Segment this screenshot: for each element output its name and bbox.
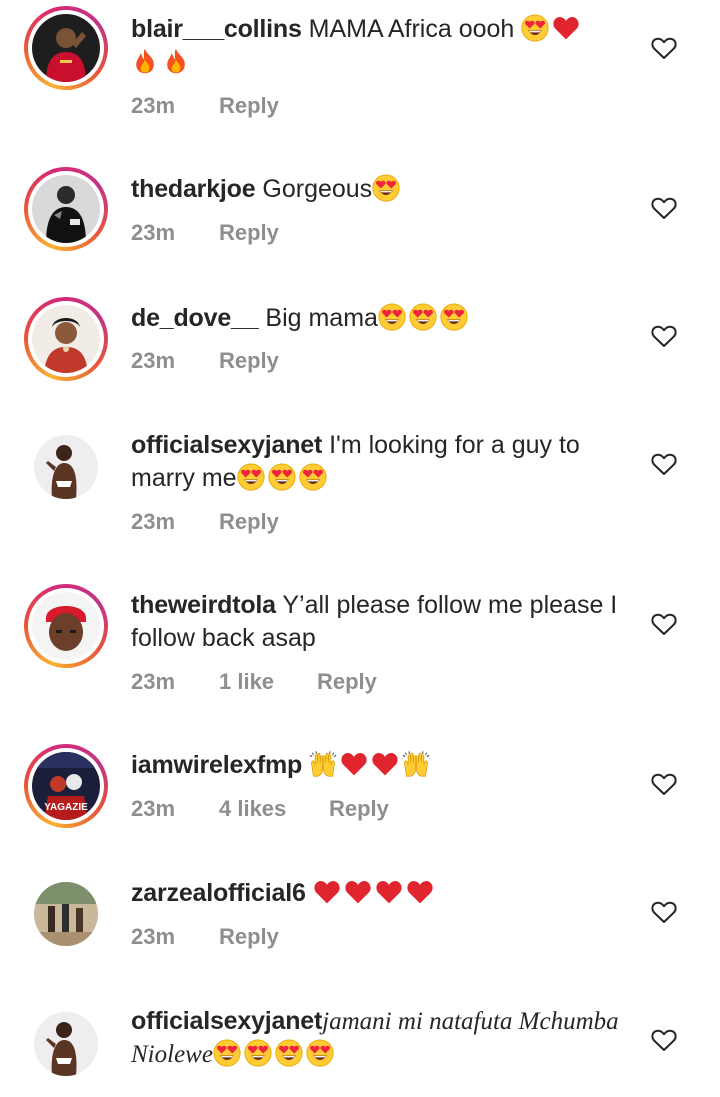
raising-hands-icon	[402, 750, 430, 778]
comment-time: 23m	[131, 93, 176, 118]
story-ring[interactable]	[24, 584, 108, 668]
heart-eyes-icon	[306, 1039, 334, 1067]
avatar[interactable]	[34, 1012, 98, 1076]
comment-username[interactable]: thedarkjoe	[131, 175, 256, 203]
comment-meta: 23m Reply	[131, 93, 279, 119]
heart-eyes-icon	[237, 463, 265, 491]
avatar[interactable]	[32, 14, 100, 82]
reply-button[interactable]: Reply	[329, 796, 389, 822]
heart-eyes-icon	[275, 1039, 303, 1067]
comment-meta: 23m 4 likes Reply	[131, 796, 389, 822]
heart-eyes-icon	[521, 14, 549, 42]
red-heart-icon	[552, 14, 580, 42]
comment-body: officialsexyjanetjamani mi natafuta Mchu…	[131, 1005, 631, 1071]
comment-username[interactable]: theweirdtola	[131, 591, 276, 619]
comment-time: 23m	[131, 796, 176, 821]
comment-time: 23m	[131, 348, 176, 373]
reply-button[interactable]: Reply	[219, 348, 279, 374]
avatar[interactable]: YAGAZIE	[32, 752, 100, 820]
heart-eyes-icon	[409, 303, 437, 331]
avatar[interactable]	[34, 435, 98, 499]
comment-meta: 23m Reply	[131, 348, 279, 374]
heart-eyes-icon	[213, 1039, 241, 1067]
heart-eyes-icon	[378, 303, 406, 331]
like-heart-icon[interactable]	[651, 1028, 677, 1052]
heart-eyes-icon	[299, 463, 327, 491]
comment-meta: 23m Reply	[131, 924, 279, 950]
comment-username[interactable]: de_dove__	[131, 304, 259, 332]
red-heart-icon	[340, 750, 368, 778]
fire-icon	[131, 47, 159, 75]
reply-button[interactable]: Reply	[317, 669, 377, 695]
avatar[interactable]	[32, 175, 100, 243]
reply-button[interactable]: Reply	[219, 220, 279, 246]
comment-text: Gorgeous	[262, 175, 373, 203]
avatar-frame[interactable]	[24, 872, 108, 956]
avatar-frame[interactable]	[24, 1002, 108, 1086]
comment-body: officialsexyjanet I'm looking for a guy …	[131, 429, 631, 495]
comment-body: de_dove__ Big mama	[131, 302, 631, 335]
avatar[interactable]	[34, 882, 98, 946]
heart-eyes-icon	[372, 174, 400, 202]
like-heart-icon[interactable]	[651, 36, 677, 60]
like-heart-icon[interactable]	[651, 324, 677, 348]
comment-body: zarzealofficial6	[131, 877, 631, 910]
fire-icon	[162, 47, 190, 75]
like-heart-icon[interactable]	[651, 900, 677, 924]
avatar-frame[interactable]	[24, 425, 108, 509]
like-heart-icon[interactable]	[651, 612, 677, 636]
avatar[interactable]	[32, 592, 100, 660]
comment-body: thedarkjoe Gorgeous	[131, 173, 631, 206]
comment-meta: 23m Reply	[131, 509, 279, 535]
comment-username[interactable]: iamwirelexfmp	[131, 751, 302, 779]
like-count[interactable]: 4 likes	[219, 796, 329, 822]
comment-meta: 23m Reply	[131, 220, 279, 246]
heart-eyes-icon	[244, 1039, 272, 1067]
raising-hands-icon	[309, 750, 337, 778]
avatar[interactable]	[32, 305, 100, 373]
comment-time: 23m	[131, 669, 176, 694]
reply-button[interactable]: Reply	[219, 924, 279, 950]
red-heart-icon	[344, 878, 372, 906]
like-heart-icon[interactable]	[651, 452, 677, 476]
comment-body: iamwirelexfmp	[131, 749, 631, 782]
comment-body: theweirdtola Y’all please follow me plea…	[131, 589, 631, 655]
like-count[interactable]: 1 like	[219, 669, 317, 695]
like-heart-icon[interactable]	[651, 196, 677, 220]
red-heart-icon	[406, 878, 434, 906]
avatar-logo-text: YAGAZIE	[44, 802, 88, 813]
like-heart-icon[interactable]	[651, 772, 677, 796]
red-heart-icon	[371, 750, 399, 778]
red-heart-icon	[375, 878, 403, 906]
story-ring[interactable]	[24, 167, 108, 251]
reply-button[interactable]: Reply	[219, 93, 279, 119]
red-heart-icon	[313, 878, 341, 906]
comment-body: blair___collins MAMA Africa oooh	[131, 13, 631, 79]
story-ring[interactable]	[24, 297, 108, 381]
comment-time: 23m	[131, 924, 176, 949]
comment-username[interactable]: officialsexyjanet	[131, 431, 322, 459]
heart-eyes-icon	[440, 303, 468, 331]
comment-text: MAMA Africa oooh	[308, 15, 515, 43]
comment-time: 23m	[131, 220, 176, 245]
reply-button[interactable]: Reply	[219, 509, 279, 535]
comment-text: Big mama	[265, 304, 378, 332]
heart-eyes-icon	[268, 463, 296, 491]
comment-username[interactable]: officialsexyjanet	[131, 1007, 322, 1035]
comment-meta: 23m 1 like Reply	[131, 669, 377, 695]
story-ring[interactable]	[24, 6, 108, 90]
comment-username[interactable]: zarzealofficial6	[131, 879, 306, 907]
comment-time: 23m	[131, 509, 176, 534]
comment-username[interactable]: blair___collins	[131, 15, 302, 43]
story-ring[interactable]: YAGAZIE	[24, 744, 108, 828]
